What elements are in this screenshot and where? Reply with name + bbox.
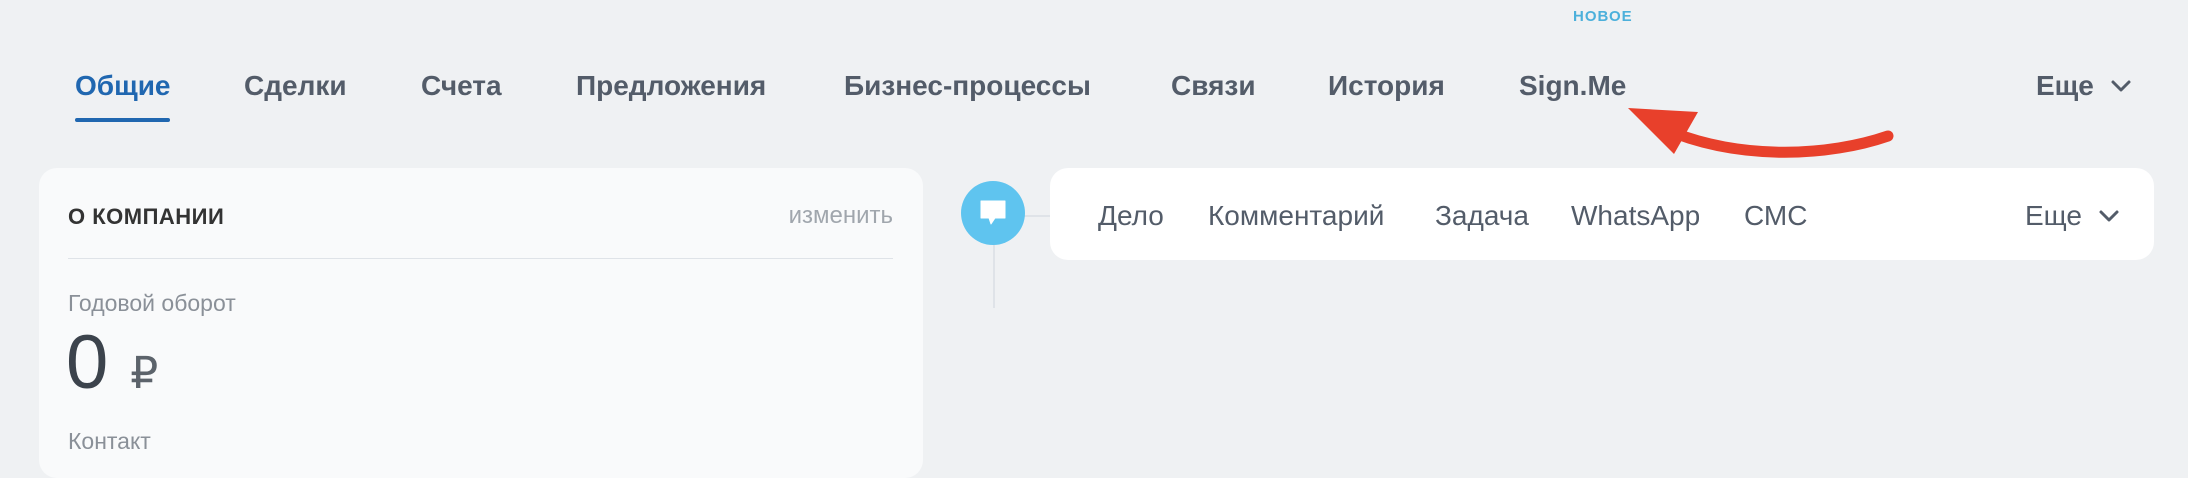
- currency-symbol: ₽: [130, 349, 159, 398]
- chevron-down-icon: [2099, 210, 2119, 222]
- card-title: О КОМПАНИИ: [68, 204, 225, 229]
- new-badge: НОВОЕ: [1573, 8, 1633, 25]
- composer-tab-activity[interactable]: Дело: [1098, 200, 1164, 232]
- edit-link[interactable]: изменить: [789, 202, 893, 230]
- red-arrow-icon: [1628, 108, 1894, 158]
- revenue-amount: 0: [66, 320, 109, 405]
- activity-composer: Дело Комментарий Задача WhatsApp СМС Еще: [1050, 168, 2154, 260]
- tab-invoices[interactable]: Счета: [421, 68, 502, 104]
- tab-deals[interactable]: Сделки: [244, 68, 347, 104]
- tabs-more-button[interactable]: Еще: [2036, 68, 2132, 104]
- composer-tab-whatsapp[interactable]: WhatsApp: [1571, 200, 1700, 232]
- composer-more-button[interactable]: Еще: [2025, 200, 2120, 232]
- chat-bubble-icon: [980, 200, 1006, 225]
- chevron-down-icon: [2111, 80, 2131, 92]
- tab-general[interactable]: Общие: [75, 68, 171, 122]
- composer-tab-comment[interactable]: Комментарий: [1208, 200, 1384, 232]
- company-info-card: О КОМПАНИИ изменить Годовой оборот 0 ₽ К…: [39, 168, 923, 478]
- timeline-marker: [961, 181, 1025, 245]
- contact-label: Контакт: [68, 428, 151, 454]
- composer-tab-task[interactable]: Задача: [1435, 200, 1529, 232]
- composer-more-label: Еще: [2025, 200, 2082, 231]
- tab-relations[interactable]: Связи: [1171, 68, 1256, 104]
- tab-quotes[interactable]: Предложения: [576, 68, 766, 104]
- card-divider: [68, 258, 893, 259]
- tab-business-processes[interactable]: Бизнес-процессы: [844, 68, 1091, 104]
- composer-tab-sms[interactable]: СМС: [1744, 200, 1807, 232]
- timeline-connector: [1024, 215, 1050, 217]
- tab-history[interactable]: История: [1328, 68, 1445, 104]
- revenue-value: 0 ₽: [66, 318, 158, 408]
- tabs-more-label: Еще: [2036, 70, 2094, 101]
- revenue-label: Годовой оборот: [68, 290, 236, 316]
